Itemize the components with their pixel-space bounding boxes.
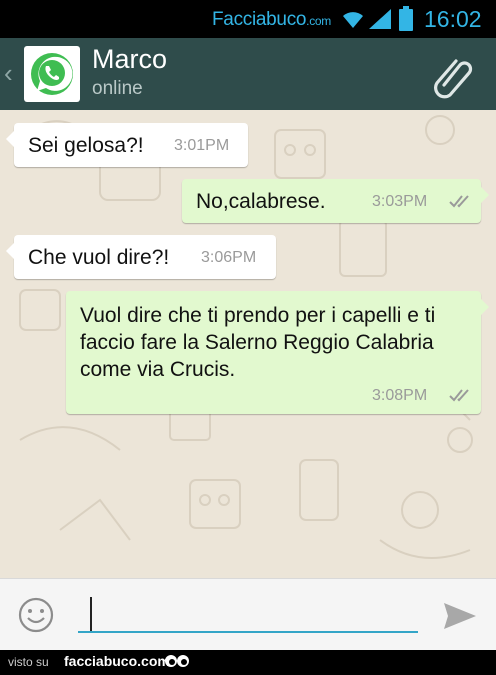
message-bubble-incoming[interactable]: Sei gelosa?! 3:01PM — [6, 123, 248, 167]
signal-icon — [369, 9, 391, 29]
message-time: 3:01PM — [174, 137, 230, 154]
double-check-icon — [449, 195, 469, 208]
message-time: 3:06PM — [201, 249, 257, 266]
message-input-bar — [0, 578, 496, 651]
status-clock: 16:02 — [424, 6, 482, 32]
message-bubble-outgoing[interactable]: No,calabrese. 3:03PM — [182, 179, 489, 223]
status-bar: Facciabuco.com 16:02 — [0, 0, 496, 38]
send-arrow-icon[interactable] — [442, 601, 478, 631]
contact-status: online — [92, 78, 143, 99]
paperclip-icon[interactable] — [430, 53, 476, 99]
message-input[interactable] — [78, 593, 418, 633]
text-cursor — [90, 597, 92, 631]
smiley-icon[interactable] — [18, 597, 54, 633]
bubble-tail — [481, 187, 489, 203]
wifi-icon — [343, 12, 363, 28]
bubble-tail — [6, 131, 14, 147]
eyes-icon — [165, 655, 189, 667]
footer-site-link[interactable]: facciabuco.com — [64, 653, 170, 669]
footer-prefix: visto su — [8, 655, 49, 669]
chat-area[interactable]: Sei gelosa?! 3:01PM No,calabrese. 3:03PM… — [0, 110, 496, 578]
message-text: Vuol dire che ti prendo per i capelli e … — [80, 304, 436, 381]
message-text: No,calabrese. — [196, 190, 326, 213]
bubble-tail — [6, 243, 14, 259]
watermark-footer: visto su facciabuco.com — [0, 650, 496, 675]
message-text: Sei gelosa?! — [28, 134, 144, 157]
message-bubble-incoming[interactable]: Che vuol dire?! 3:06PM — [6, 235, 276, 279]
contact-avatar[interactable] — [24, 46, 80, 102]
message-time: 3:03PM — [372, 193, 428, 210]
double-check-icon — [449, 389, 469, 402]
message-bubble-outgoing[interactable]: Vuol dire che ti prendo per i capelli e … — [66, 291, 489, 414]
back-chevron-icon[interactable]: ‹ — [4, 58, 13, 89]
whatsapp-logo-icon — [31, 53, 73, 95]
battery-icon — [399, 6, 413, 31]
bubble-tail — [481, 299, 489, 315]
conversation-header[interactable]: ‹ Marco online — [0, 38, 496, 110]
brand-watermark: Facciabuco.com — [212, 9, 331, 30]
contact-name: Marco — [92, 44, 168, 74]
message-time: 3:08PM — [372, 387, 428, 404]
message-text: Che vuol dire?! — [28, 246, 170, 269]
